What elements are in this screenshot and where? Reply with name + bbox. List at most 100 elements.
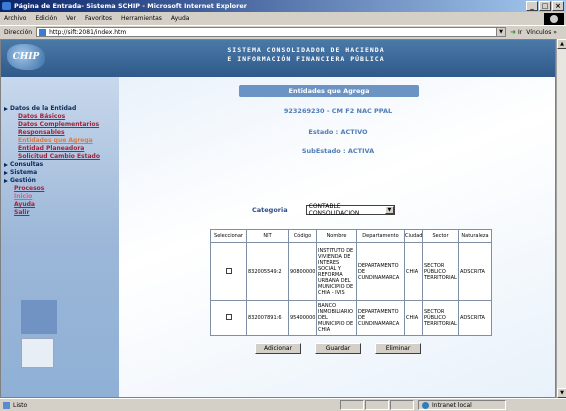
system-title: SISTEMA CONSOLIDADOR DE HACIENDA E INFOR… <box>211 46 401 64</box>
links-label[interactable]: Vínculos » <box>526 29 557 36</box>
windows-logo-icon <box>544 13 564 25</box>
address-input[interactable]: http://sift:2081/index.htm ▼ <box>36 27 507 37</box>
nav-section-consultas[interactable]: Consultas <box>4 161 119 169</box>
cell-ciudad: CHIA <box>404 300 423 336</box>
menu-herramientas[interactable]: Herramientas <box>121 15 162 22</box>
cell-nombre: INSTITUTO DE VIVIENDA DE INTERES SOCIAL … <box>316 242 357 301</box>
row-checkbox[interactable] <box>225 314 232 320</box>
nav-procesos[interactable]: Procesos <box>4 185 119 193</box>
nav-salir[interactable]: Salir <box>4 209 119 217</box>
categoria-select[interactable]: CONTABLE CONSOLIDACION ▼ <box>305 203 395 217</box>
cell-nit: 832005549:2 <box>246 242 289 301</box>
decorative-square-light <box>21 338 54 368</box>
table-header-row: Seleccionar NIT Código Nombre Departamen… <box>210 229 492 243</box>
chip-logo[interactable]: CHIP <box>7 44 45 70</box>
ie-icon <box>2 2 11 10</box>
nav-section-sistema[interactable]: Sistema <box>4 169 119 177</box>
address-bar: Dirección http://sift:2081/index.htm ▼ ➜… <box>0 25 566 38</box>
minimize-button[interactable]: _ <box>526 1 538 11</box>
chevron-down-icon[interactable]: ▼ <box>385 206 394 214</box>
go-button[interactable]: ➜ Ir <box>510 28 522 36</box>
cell-departamento: DEPARTAMENTO DE CUNDINAMARCA <box>356 242 405 301</box>
nav-ayuda[interactable]: Ayuda <box>4 201 119 209</box>
main-content: Entidades que Agrega 923269230 - CM F2 N… <box>119 77 555 397</box>
window-title: Página de Entrada- Sistema SCHIP - Micro… <box>14 2 247 10</box>
table-row: 832005549:2 90800000 INSTITUTO DE VIVIEN… <box>210 242 492 301</box>
col-codigo: Código <box>288 229 317 243</box>
nav-section-gestion[interactable]: Gestión <box>4 177 119 185</box>
security-zone: Intranet local <box>418 400 506 410</box>
scroll-up-icon[interactable]: ▲ <box>557 39 566 49</box>
cell-codigo: 95400000 <box>288 300 317 336</box>
action-buttons: Adicionar Guardar Eliminar <box>255 343 421 354</box>
nav-responsables[interactable]: Responsables <box>4 129 119 137</box>
adicionar-button[interactable]: Adicionar <box>255 343 301 354</box>
row-checkbox[interactable] <box>225 267 232 274</box>
go-arrow-icon: ➜ <box>510 28 516 36</box>
menu-bar: Archivo Edición Ver Favoritos Herramient… <box>0 12 566 25</box>
col-nombre: Nombre <box>316 229 357 243</box>
cell-nit: 832007891:6 <box>246 300 289 336</box>
address-dropdown-icon[interactable]: ▼ <box>496 28 506 36</box>
col-naturaleza: Naturaleza <box>458 229 492 243</box>
section-title: Entidades que Agrega <box>239 85 419 97</box>
vertical-scrollbar[interactable]: ▲ ▼ <box>556 39 566 398</box>
status-cell <box>340 400 364 410</box>
nav-datos-complementarios[interactable]: Datos Complementarios <box>4 121 119 129</box>
status-bar: Listo Intranet local <box>0 398 566 411</box>
menu-ver[interactable]: Ver <box>66 15 76 22</box>
document-icon <box>3 401 10 409</box>
col-sector: Sector <box>422 229 459 243</box>
cell-nombre: BANCO INMOBILIARIO DEL MUNICIPIO DE CHIA <box>316 300 357 336</box>
col-seleccionar: Seleccionar <box>210 229 247 243</box>
nav-datos-basicos[interactable]: Datos Básicos <box>4 113 119 121</box>
estado-text: Estado : ACTIVO <box>308 128 368 136</box>
categoria-value: CONTABLE CONSOLIDACION <box>308 203 360 217</box>
system-title-line1: SISTEMA CONSOLIDADOR DE HACIENDA <box>227 46 385 54</box>
nav-entidad-planeadora[interactable]: Entidad Planeadora <box>4 145 119 153</box>
window-titlebar: Página de Entrada- Sistema SCHIP - Micro… <box>0 0 566 12</box>
scroll-down-icon[interactable]: ▼ <box>557 388 566 398</box>
zone-text: Intranet local <box>432 401 472 409</box>
address-url: http://sift:2081/index.htm <box>49 28 127 36</box>
maximize-button[interactable]: □ <box>539 1 551 11</box>
categoria-row: Categoria CONTABLE CONSOLIDACION ▼ <box>252 203 395 217</box>
cell-naturaleza: ADSCRITA <box>458 242 492 301</box>
nav-entidades-que-agrega[interactable]: Entidades que Agrega <box>4 137 119 145</box>
eliminar-button[interactable]: Eliminar <box>375 343 421 354</box>
menu-ayuda[interactable]: Ayuda <box>171 15 190 22</box>
nav-section-entidad[interactable]: Datos de la Entidad <box>4 105 119 113</box>
entities-table: Seleccionar NIT Código Nombre Departamen… <box>210 229 492 336</box>
page-icon <box>39 28 47 36</box>
site-header: CHIP SISTEMA CONSOLIDADOR DE HACIENDA E … <box>1 40 555 77</box>
nav-inicio[interactable]: Inicio <box>4 193 119 201</box>
cell-departamento: DEPARTAMENTO DE CUNDINAMARCA <box>356 300 405 336</box>
table-row: 832007891:6 95400000 BANCO INMOBILIARIO … <box>210 300 492 336</box>
cell-naturaleza: ADSCRITA <box>458 300 492 336</box>
address-label: Dirección <box>4 28 33 36</box>
cell-codigo: 90800000 <box>288 242 317 301</box>
menu-edicion[interactable]: Edición <box>35 15 57 22</box>
categoria-label: Categoria <box>252 206 288 214</box>
menu-favoritos[interactable]: Favoritos <box>85 15 112 22</box>
col-ciudad: Ciudad <box>404 229 423 243</box>
menu-archivo[interactable]: Archivo <box>4 15 26 22</box>
col-departamento: Departamento <box>356 229 405 243</box>
row-checkbox-cell <box>210 242 247 301</box>
guardar-button[interactable]: Guardar <box>315 343 361 354</box>
row-checkbox-cell <box>210 300 247 336</box>
page-viewport: CHIP SISTEMA CONSOLIDADOR DE HACIENDA E … <box>0 39 556 398</box>
status-cell <box>390 400 414 410</box>
cell-sector: SECTOR PÚBLICO TERRITORIAL <box>422 242 459 301</box>
col-nit: NIT <box>246 229 289 243</box>
decorative-square <box>21 300 57 334</box>
cell-sector: SECTOR PÚBLICO TERRITORIAL <box>422 300 459 336</box>
cell-ciudad: CHIA <box>404 242 423 301</box>
go-label: Ir <box>517 28 523 36</box>
status-text: Listo <box>13 401 28 409</box>
nav-solicitud-cambio-estado[interactable]: Solicitud Cambio Estado <box>4 153 119 161</box>
entity-line: 923269230 - CM F2 NAC PPAL <box>283 107 393 115</box>
left-navigation: Datos de la Entidad Datos Básicos Datos … <box>1 77 119 397</box>
globe-icon <box>422 401 429 409</box>
close-button[interactable]: × <box>552 1 564 11</box>
